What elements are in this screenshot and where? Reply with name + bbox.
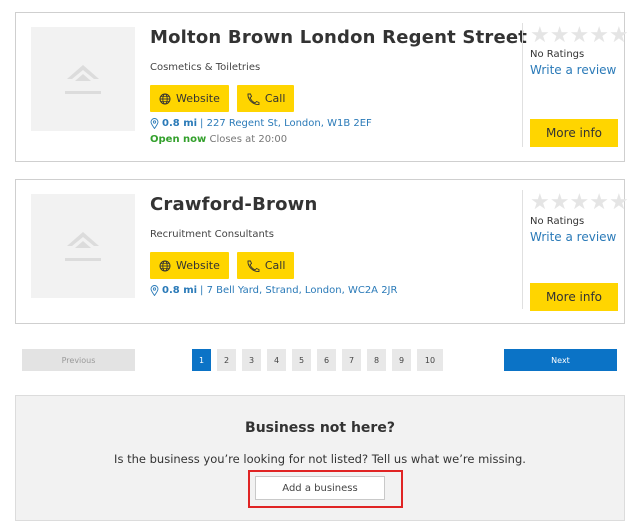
star-icon: ★ <box>549 23 570 48</box>
page-button[interactable]: 4 <box>267 349 286 371</box>
website-button[interactable]: Website <box>150 252 229 279</box>
page-button[interactable]: 5 <box>292 349 311 371</box>
page-button[interactable]: 1 <box>192 349 211 371</box>
phone-icon <box>247 93 260 105</box>
listing-info: Crawford-Brown Recruitment Consultants W… <box>150 194 397 296</box>
next-button[interactable]: Next <box>504 349 617 371</box>
page-button[interactable]: 8 <box>367 349 386 371</box>
star-icon: ★ <box>569 190 590 215</box>
call-button[interactable]: Call <box>236 252 295 279</box>
panel-title: Business not here? <box>245 420 395 436</box>
phone-icon <box>247 260 260 272</box>
listing-placeholder-image <box>31 194 135 298</box>
business-category[interactable]: Recruitment Consultants <box>150 229 397 240</box>
listing-placeholder-image <box>31 27 135 131</box>
address-text: | 227 Regent St, London, W1B 2EF <box>200 118 372 129</box>
business-not-listed-panel: Business not here? Is the business you’r… <box>15 395 625 521</box>
page-button[interactable]: 6 <box>317 349 336 371</box>
rating-text: No Ratings <box>530 49 585 60</box>
divider <box>522 190 523 309</box>
business-address[interactable]: 0.8 mi | 7 Bell Yard, Strand, London, WC… <box>150 285 397 296</box>
previous-button[interactable]: Previous <box>22 349 135 371</box>
pagination: Previous 1 2 3 4 5 6 7 8 9 10 Next <box>0 349 640 371</box>
call-label: Call <box>264 92 286 105</box>
divider <box>522 23 523 147</box>
website-label: Website <box>176 92 220 105</box>
page-button[interactable]: 3 <box>242 349 261 371</box>
listing-info: Molton Brown London Regent Street Cosmet… <box>150 27 527 145</box>
page-button[interactable]: 10 <box>417 349 443 371</box>
distance: 0.8 mi <box>162 118 198 129</box>
website-button[interactable]: Website <box>150 85 229 112</box>
rating-block: ★ ★ ★ ★ ★ No Ratings Write a review <box>530 25 629 78</box>
listing-card: Crawford-Brown Recruitment Consultants W… <box>15 179 629 324</box>
more-info-button[interactable]: More info <box>530 283 618 311</box>
location-pin-icon <box>150 285 159 296</box>
star-icon: ★ <box>608 23 629 48</box>
business-category[interactable]: Cosmetics & Toiletries <box>150 62 527 73</box>
write-review-link[interactable]: Write a review <box>530 230 629 244</box>
website-label: Website <box>176 259 220 272</box>
star-rating[interactable]: ★ ★ ★ ★ ★ <box>530 25 629 47</box>
business-name[interactable]: Crawford-Brown <box>150 194 397 215</box>
more-info-button[interactable]: More info <box>530 119 618 147</box>
page-button[interactable]: 7 <box>342 349 361 371</box>
page-button[interactable]: 2 <box>217 349 236 371</box>
open-status: Open now <box>150 134 207 145</box>
closing-time: Closes at 20:00 <box>209 134 288 145</box>
panel-text: Is the business you’re looking for not l… <box>114 452 526 466</box>
page-numbers: 1 2 3 4 5 6 7 8 9 10 <box>192 349 443 371</box>
address-text: | 7 Bell Yard, Strand, London, WC2A 2JR <box>200 285 398 296</box>
star-rating[interactable]: ★ ★ ★ ★ ★ <box>530 192 629 214</box>
page-button[interactable]: 9 <box>392 349 411 371</box>
placeholder-logo-icon <box>65 232 101 261</box>
call-button[interactable]: Call <box>236 85 295 112</box>
distance: 0.8 mi <box>162 285 198 296</box>
listing-card: Molton Brown London Regent Street Cosmet… <box>15 12 629 162</box>
star-icon: ★ <box>530 23 550 48</box>
star-icon: ★ <box>608 190 629 215</box>
globe-icon <box>159 260 171 271</box>
write-review-link[interactable]: Write a review <box>530 63 629 77</box>
rating-block: ★ ★ ★ ★ ★ No Ratings Write a review <box>530 192 629 245</box>
placeholder-logo-icon <box>65 65 101 94</box>
business-address[interactable]: 0.8 mi | 227 Regent St, London, W1B 2EF <box>150 118 527 129</box>
add-business-button[interactable]: Add a business <box>255 476 385 500</box>
star-icon: ★ <box>569 23 590 48</box>
location-pin-icon <box>150 118 159 129</box>
business-name[interactable]: Molton Brown London Regent Street <box>150 27 527 48</box>
rating-text: No Ratings <box>530 216 585 227</box>
star-icon: ★ <box>589 23 609 48</box>
globe-icon <box>159 93 171 104</box>
star-icon: ★ <box>589 190 609 215</box>
opening-hours: Open now Closes at 20:00 <box>150 134 527 145</box>
call-label: Call <box>264 259 286 272</box>
star-icon: ★ <box>549 190 570 215</box>
star-icon: ★ <box>530 190 550 215</box>
